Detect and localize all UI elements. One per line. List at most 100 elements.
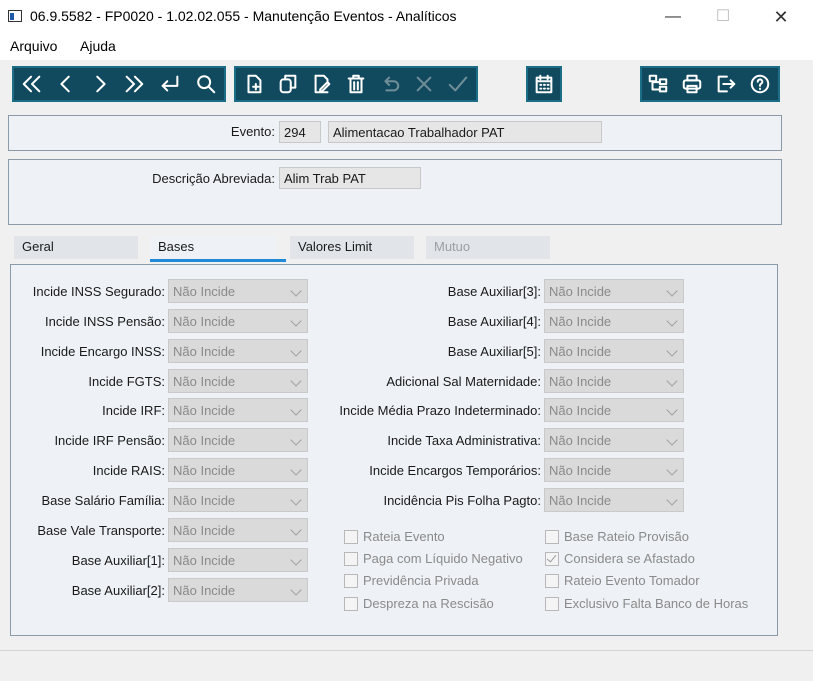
checkbox[interactable] [344,530,358,544]
chevron-down-icon [666,345,678,357]
actions-toolbar [640,66,780,102]
right-field-select[interactable]: Não Incide [544,369,684,393]
checkbox-label: Paga com Líquido Negativo [363,551,523,566]
right-field-select[interactable]: Não Incide [544,339,684,363]
left-field-select[interactable]: Não Incide [168,578,308,602]
tab-mutuo[interactable]: Mutuo [426,236,550,259]
chevron-down-icon [666,404,678,416]
cancel-icon[interactable] [410,68,438,100]
next-icon[interactable] [86,68,114,100]
chevron-down-icon [666,434,678,446]
tab-valores-limit[interactable]: Valores Limit [290,236,414,259]
select-value: Não Incide [173,583,236,598]
left-field-select[interactable]: Não Incide [168,458,308,482]
select-value: Não Incide [549,314,612,329]
left-field-select[interactable]: Não Incide [168,279,308,303]
checkbox[interactable] [344,597,358,611]
new-record-icon[interactable] [240,68,268,100]
return-icon[interactable] [156,68,184,100]
left-field-label: Incide RAIS: [92,463,165,478]
select-value: Não Incide [549,403,612,418]
right-field-select[interactable]: Não Incide [544,458,684,482]
checkbox[interactable] [545,552,559,566]
right-field-label: Incide Encargos Temporários: [369,463,541,478]
chevron-down-icon [666,315,678,327]
left-field-select[interactable]: Não Incide [168,339,308,363]
copy-record-icon[interactable] [274,68,302,100]
menu-arquivo[interactable]: Arquivo [10,38,57,54]
descricao-field[interactable]: Alim Trab PAT [279,167,421,189]
exit-icon[interactable] [712,68,740,100]
app-icon [8,10,22,22]
select-value: Não Incide [549,463,612,478]
checkbox[interactable] [545,530,559,544]
right-field-label: Incide Taxa Administrativa: [387,433,541,448]
calendar-icon[interactable] [530,68,558,100]
checkbox[interactable] [545,597,559,611]
chevron-down-icon [666,285,678,297]
right-field-label: Base Auxiliar[4]: [447,314,541,329]
left-field-select[interactable]: Não Incide [168,428,308,452]
checkbox-label: Exclusivo Falta Banco de Horas [564,596,749,611]
select-value: Não Incide [173,374,236,389]
left-field-label: Base Vale Transporte: [37,523,165,538]
select-value: Não Incide [549,433,612,448]
evento-label: Evento: [230,124,275,139]
evento-name-field[interactable]: Alimentacao Trabalhador PAT [328,121,602,143]
undo-icon[interactable] [376,68,404,100]
select-value: Não Incide [173,553,236,568]
right-field-label: Base Auxiliar[3]: [447,284,541,299]
select-value: Não Incide [173,433,236,448]
right-field-select[interactable]: Não Incide [544,398,684,422]
right-field-select[interactable]: Não Incide [544,428,684,452]
left-field-select[interactable]: Não Incide [168,369,308,393]
left-field-label: Base Auxiliar[1]: [71,553,165,568]
checkbox[interactable] [545,574,559,588]
tab-geral[interactable]: Geral [14,236,138,259]
select-value: Não Incide [549,344,612,359]
right-field-select[interactable]: Não Incide [544,279,684,303]
right-field-label: Incide Média Prazo Indeterminado: [339,403,541,418]
left-field-select[interactable]: Não Incide [168,309,308,333]
left-field-label: Incide INSS Segurado: [32,284,165,299]
select-value: Não Incide [173,463,236,478]
left-field-label: Base Auxiliar[2]: [71,583,165,598]
left-field-label: Incide Encargo INSS: [40,344,165,359]
first-icon[interactable] [18,68,46,100]
search-icon[interactable] [192,68,220,100]
delete-icon[interactable] [342,68,370,100]
select-value: Não Incide [173,314,236,329]
checkbox-label: Rateia Evento [363,529,445,544]
checkbox[interactable] [344,552,358,566]
left-field-select[interactable]: Não Incide [168,518,308,542]
left-field-select[interactable]: Não Incide [168,398,308,422]
confirm-icon[interactable] [444,68,472,100]
minimize-button[interactable]: — [650,4,696,30]
right-field-select[interactable]: Não Incide [544,488,684,512]
right-field-label: Adicional Sal Maternidade: [386,374,541,389]
previous-icon[interactable] [52,68,80,100]
evento-code-field[interactable]: 294 [279,121,321,143]
chevron-down-icon [666,464,678,476]
select-value: Não Incide [173,284,236,299]
menu-ajuda[interactable]: Ajuda [80,38,116,54]
select-value: Não Incide [549,493,612,508]
close-button[interactable]: ✕ [758,4,804,30]
checkbox-label: Considera se Afastado [564,551,695,566]
chevron-down-icon [290,584,302,596]
left-field-select[interactable]: Não Incide [168,548,308,572]
maximize-button[interactable]: ☐ [700,4,746,30]
edit-record-icon[interactable] [308,68,336,100]
checkbox[interactable] [344,574,358,588]
checkbox-label: Despreza na Rescisão [363,596,494,611]
print-icon[interactable] [678,68,706,100]
left-field-label: Base Salário Família: [41,493,165,508]
left-field-select[interactable]: Não Incide [168,488,308,512]
right-field-select[interactable]: Não Incide [544,309,684,333]
last-icon[interactable] [120,68,148,100]
checkbox-label: Rateio Evento Tomador [564,573,700,588]
help-icon[interactable] [746,68,774,100]
checkbox-label: Base Rateio Provisão [564,529,690,544]
tree-icon[interactable] [644,68,672,100]
tab-bases[interactable]: Bases [150,236,276,259]
